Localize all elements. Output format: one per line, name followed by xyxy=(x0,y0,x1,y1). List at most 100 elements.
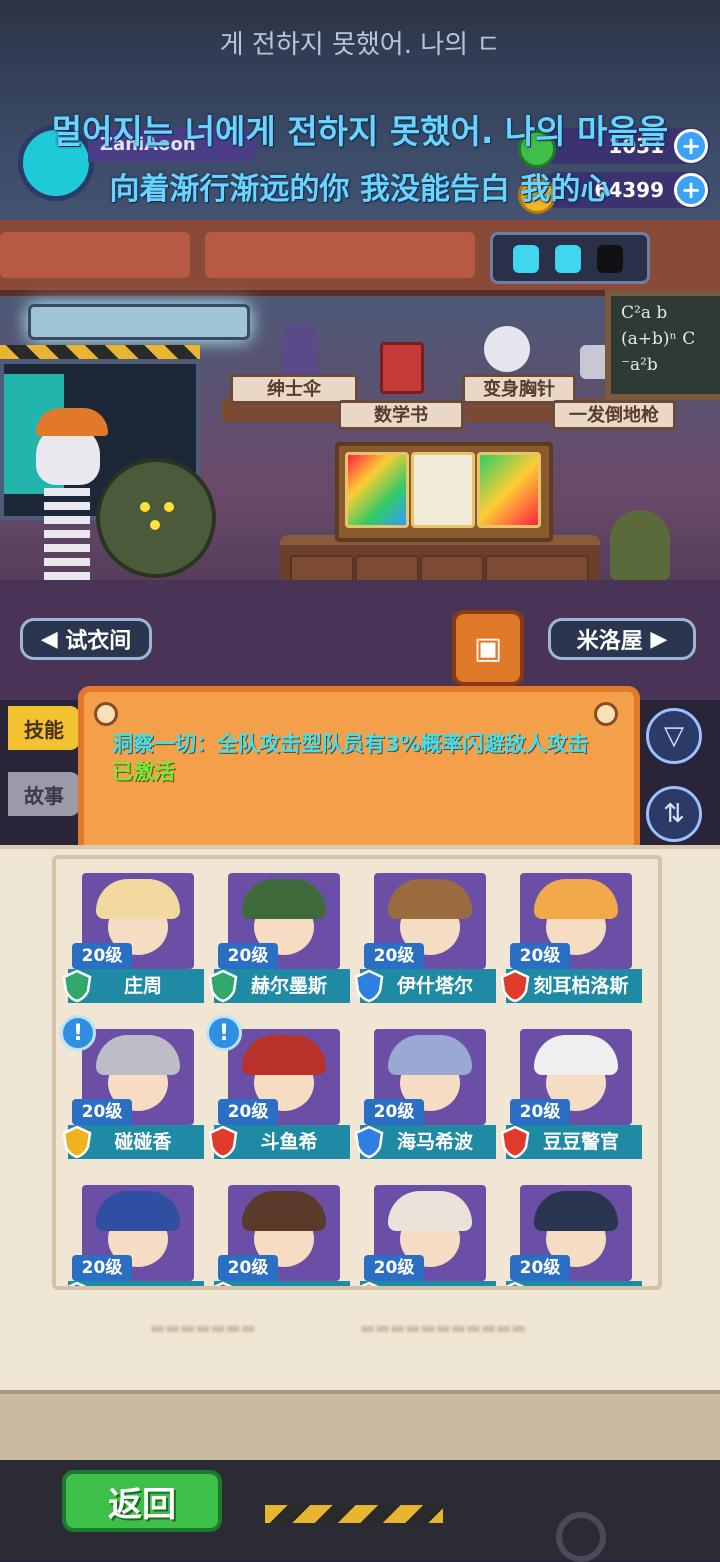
skull-brooch-icon[interactable] xyxy=(484,326,530,372)
class-shield-icon xyxy=(354,969,384,1003)
level-badge: 20级 xyxy=(364,1099,424,1125)
back-label: 返回 xyxy=(108,1484,176,1525)
level-badge: 20级 xyxy=(72,943,132,969)
blurred-text: ▬▬▬▬▬▬▬ xyxy=(150,1318,256,1337)
character-card[interactable]: 20级浣熊大哥 xyxy=(213,1177,350,1286)
pin-icon xyxy=(94,702,118,726)
class-shield-icon xyxy=(208,969,238,1003)
fitting-room-button[interactable]: ◀ 试衣间 xyxy=(20,618,152,660)
item-label-math-book: 数学书 xyxy=(338,400,464,430)
level-badge: 20级 xyxy=(510,1099,570,1125)
skill-description: 洞察一切：全队攻击型队员有3%概率闪避敌人攻击 已激活 xyxy=(112,730,602,786)
class-shield-icon xyxy=(354,1281,384,1286)
mini-figure[interactable] xyxy=(411,452,475,528)
milo-house-label: 米洛屋 xyxy=(576,629,643,654)
character-hair xyxy=(388,1035,472,1075)
chalk-line: ⁻a²b xyxy=(621,355,658,375)
character-card[interactable]: 20级 庄周 xyxy=(62,865,204,1003)
alert-icon[interactable]: ! xyxy=(206,1015,242,1051)
tab-story[interactable]: 故事 xyxy=(8,772,80,816)
character-hair xyxy=(96,1035,180,1075)
character-hair xyxy=(242,879,326,919)
character-card[interactable]: 20级 斗鱼希! xyxy=(206,1015,350,1159)
class-shield-icon xyxy=(500,969,530,1003)
skill-panel: 洞察一切：全队攻击型队员有3%概率闪避敌人攻击 已激活 xyxy=(78,686,640,856)
milo-house-button[interactable]: 米洛屋 ▶ xyxy=(548,618,696,660)
character-grid: 20级 庄周 20级 赫尔墨斯 20级 伊什塔尔 20级 刻耳柏洛斯 20级 碰碰香! 20级 斗鱼希… xyxy=(52,855,662,1290)
character-card[interactable]: 20级侦探小姐 xyxy=(359,1177,496,1286)
tab-skills[interactable]: 技能 xyxy=(8,706,80,750)
robot-character[interactable] xyxy=(96,458,216,578)
subtitle-top: 게 전하지 못했어. 나의 ㄷ xyxy=(219,30,501,60)
class-shield-icon xyxy=(62,1125,92,1159)
chalk-line: (a+b)ⁿ C xyxy=(621,329,696,349)
fitting-room-label: 试衣间 xyxy=(65,629,132,654)
character-card[interactable]: 20级 赫尔墨斯 xyxy=(208,865,350,1003)
plant-decoration xyxy=(610,510,670,580)
chevron-right-icon: ▶ xyxy=(650,626,668,652)
filter-icon[interactable]: ▽ xyxy=(646,708,702,764)
character-hair xyxy=(388,1191,472,1231)
level-badge: 20级 xyxy=(364,1255,424,1281)
level-badge: 20级 xyxy=(364,943,424,969)
character-card[interactable]: 20级保安 xyxy=(505,1177,642,1286)
character-card[interactable]: 20级 海马希波 xyxy=(354,1021,496,1159)
chalk-line: C²a b xyxy=(621,303,668,323)
character-card[interactable]: 20级 刻耳柏洛斯 xyxy=(500,865,642,1003)
gear-icon xyxy=(556,1512,606,1562)
gallery-icon[interactable]: ▣ xyxy=(452,610,524,686)
level-badge: 20级 xyxy=(218,1099,278,1125)
level-badge: 20级 xyxy=(72,1255,132,1281)
level-badge: 20级 xyxy=(510,943,570,969)
character-card[interactable]: 20级 豆豆警官 xyxy=(500,1021,642,1159)
level-badge: 20级 xyxy=(510,1255,570,1281)
character-card[interactable]: 20级 伊什塔尔 xyxy=(354,865,496,1003)
character-hair xyxy=(534,1191,618,1231)
alert-icon[interactable]: ! xyxy=(60,1015,96,1051)
hazard-stripe xyxy=(0,345,200,359)
chalkboard: C²a b (a+b)ⁿ C ⁻a²b xyxy=(605,290,720,400)
item-label-umbrella: 绅士伞 xyxy=(230,374,358,404)
sort-icon[interactable]: ⇅ xyxy=(646,786,702,842)
level-badge: 20级 xyxy=(72,1099,132,1125)
class-shield-icon xyxy=(62,969,92,1003)
battery-panel xyxy=(490,232,650,284)
tab-story-label: 故事 xyxy=(24,783,64,808)
character-hair xyxy=(534,879,618,919)
character-hair xyxy=(388,879,472,919)
item-label-gun: 一发倒地枪 xyxy=(552,400,676,430)
skill-status: 已激活 xyxy=(112,760,175,784)
subtitle-chinese: 向着渐行渐远的你 我没能告白 我的心 xyxy=(109,172,611,207)
character-hair xyxy=(534,1035,618,1075)
level-badge: 20级 xyxy=(218,1255,278,1281)
back-button[interactable]: 返回 xyxy=(62,1470,222,1532)
class-shield-icon xyxy=(208,1281,238,1286)
character-hair xyxy=(96,1191,180,1231)
character-hair xyxy=(242,1035,326,1075)
pin-icon xyxy=(594,702,618,726)
class-shield-icon xyxy=(208,1125,238,1159)
class-shield-icon xyxy=(500,1125,530,1159)
book-edge xyxy=(0,1390,720,1464)
blurred-text: ▬▬▬▬▬▬▬▬▬▬▬ xyxy=(360,1318,527,1337)
tab-skills-label: 技能 xyxy=(24,717,64,742)
math-book-icon[interactable] xyxy=(380,342,424,394)
skill-text: 洞察一切：全队攻击型队员有3%概率闪避敌人攻击 xyxy=(112,732,589,756)
class-shield-icon xyxy=(500,1281,530,1286)
chevron-left-icon: ◀ xyxy=(40,626,58,652)
hazard-stripe xyxy=(265,1505,443,1523)
character-hair xyxy=(242,1191,326,1231)
class-shield-icon xyxy=(62,1281,92,1286)
character-hair xyxy=(96,879,180,919)
shelf-panel xyxy=(205,232,475,278)
mini-figure[interactable] xyxy=(477,452,541,528)
character-card[interactable]: 20级带珍珠的少女 xyxy=(67,1177,204,1286)
detective-hat xyxy=(36,408,108,436)
class-shield-icon xyxy=(354,1125,384,1159)
character-card[interactable]: 20级 碰碰香! xyxy=(60,1015,204,1159)
subtitle-korean: 멀어지는 너에게 전하지 못했어. 나의 마음을 xyxy=(51,112,669,151)
level-badge: 20级 xyxy=(218,943,278,969)
umbrella-icon[interactable] xyxy=(282,322,318,374)
shelf-panel xyxy=(0,232,190,278)
mini-figure[interactable] xyxy=(345,452,409,528)
